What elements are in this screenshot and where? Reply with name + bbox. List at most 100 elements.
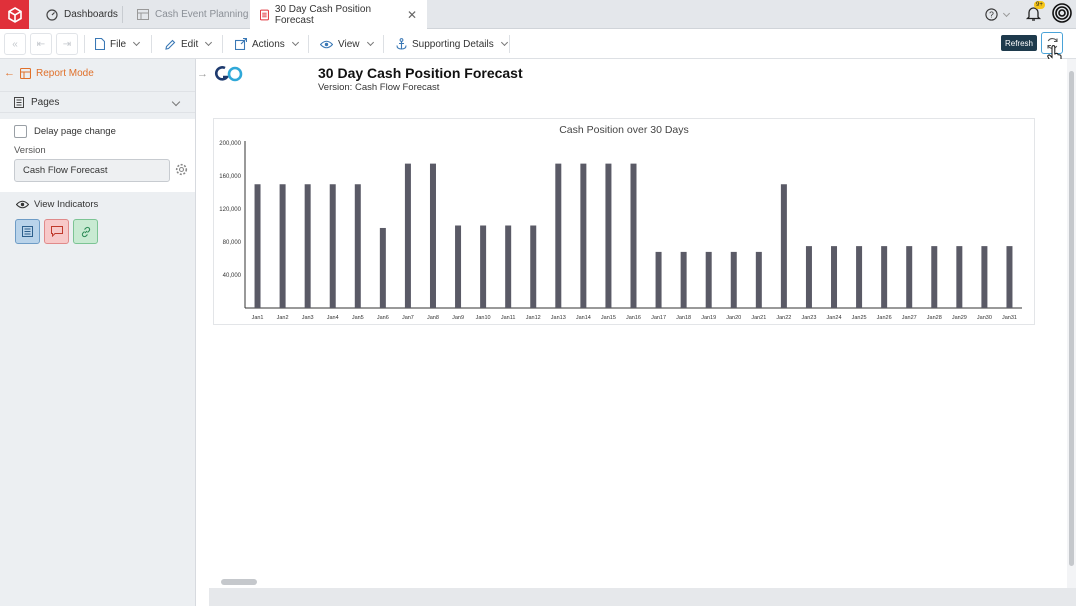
edit-menu[interactable]: Edit xyxy=(165,29,213,59)
status-bar xyxy=(209,588,1076,606)
help-icon: ? xyxy=(985,8,998,21)
x-tick-label: Jan8 xyxy=(427,315,439,321)
bar xyxy=(304,184,311,308)
chevron-down-icon xyxy=(133,38,141,47)
bar xyxy=(279,184,286,308)
pages-icon xyxy=(14,96,24,108)
tab-divider xyxy=(122,6,123,23)
view-indicators-header: View Indicators xyxy=(16,199,98,210)
actions-menu[interactable]: Actions xyxy=(235,29,299,59)
delay-page-change-label: Delay page change xyxy=(34,126,116,137)
bar xyxy=(981,246,988,308)
report-mode-link[interactable]: ← Report Mode xyxy=(4,67,94,79)
file-menu[interactable]: File xyxy=(95,29,141,59)
next-button[interactable]: ⇥ xyxy=(56,33,78,55)
x-tick-label: Jan20 xyxy=(726,315,741,321)
step-forward-icon: ⇥ xyxy=(62,38,72,50)
bar xyxy=(354,184,361,308)
x-tick-label: Jan2 xyxy=(277,315,289,321)
bar xyxy=(931,246,938,308)
x-tick-label: Jan19 xyxy=(701,315,716,321)
vertical-scroll-thumb[interactable] xyxy=(1069,71,1074,566)
notifications-button[interactable]: 9+ xyxy=(1025,0,1045,25)
bar xyxy=(1006,246,1013,308)
header-icons: ? 9+ xyxy=(985,0,1076,29)
external-link-icon xyxy=(235,38,247,50)
x-tick-label: Jan22 xyxy=(776,315,791,321)
tab-30-day-cash-position-forecast[interactable]: 30 Day Cash Position Forecast ✕ xyxy=(250,0,427,30)
tab-dashboards[interactable]: Dashboards xyxy=(36,0,128,29)
eye-icon xyxy=(16,200,29,209)
toolbar: « ⇤ ⇥ File Edit Actions View Supporting … xyxy=(0,29,1076,59)
bar xyxy=(831,246,838,308)
arrow-left-icon: ← xyxy=(4,67,15,79)
bar xyxy=(906,246,913,308)
tab-label: 30 Day Cash Position Forecast xyxy=(274,4,372,26)
gear-icon[interactable] xyxy=(175,163,188,176)
delay-page-change-checkbox[interactable] xyxy=(14,125,27,138)
toolbar-divider xyxy=(84,35,85,53)
toolbar-divider xyxy=(308,35,309,53)
bar xyxy=(630,163,637,308)
y-tick-label: 200,000 xyxy=(219,141,241,147)
bar xyxy=(254,184,261,308)
tab-cash-event-planning[interactable]: Cash Event Planning xyxy=(127,0,258,29)
chevron-down-icon xyxy=(366,38,374,47)
cash-position-chart: Cash Position over 30 Days 40,000 80,000 1… xyxy=(213,118,1035,325)
bar xyxy=(329,184,336,308)
version-field[interactable]: Cash Flow Forecast xyxy=(14,159,170,182)
x-tick-label: Jan23 xyxy=(801,315,816,321)
chart-plot: 40,000 80,000 120,000 160,000 200,000 Jan1 Jan… xyxy=(219,141,1022,321)
links-indicator-toggle[interactable] xyxy=(73,219,98,244)
x-tick-label: Jan13 xyxy=(551,315,566,321)
target-icon xyxy=(1052,3,1072,23)
horizontal-scroll-thumb[interactable] xyxy=(221,579,257,585)
anchor-icon xyxy=(396,38,407,50)
chevron-down-icon xyxy=(171,97,181,107)
bar xyxy=(805,246,812,308)
bar xyxy=(580,163,587,308)
view-menu[interactable]: View xyxy=(320,29,374,59)
notes-indicator-toggle[interactable] xyxy=(15,219,40,244)
chevron-down-icon xyxy=(291,38,299,47)
view-menu-label: View xyxy=(338,38,360,50)
step-back-icon: ⇤ xyxy=(36,38,46,50)
report-title: 30 Day Cash Position Forecast xyxy=(318,65,523,81)
x-tick-label: Jan18 xyxy=(676,315,691,321)
bar xyxy=(379,227,386,308)
x-tick-label: Jan21 xyxy=(751,315,766,321)
close-icon[interactable]: ✕ xyxy=(407,8,417,22)
pages-label: Pages xyxy=(31,96,60,108)
bar xyxy=(530,225,537,308)
first-page-button[interactable]: « xyxy=(4,33,26,55)
user-avatar[interactable] xyxy=(1052,3,1072,26)
comments-indicator-toggle[interactable] xyxy=(44,219,69,244)
x-tick-label: Jan12 xyxy=(526,315,541,321)
double-chevron-left-icon: « xyxy=(12,38,18,50)
toolbar-divider xyxy=(222,35,223,53)
x-tick-label: Jan6 xyxy=(377,315,389,321)
bar xyxy=(881,246,888,308)
x-tick-label: Jan14 xyxy=(576,315,591,321)
dashboard-icon xyxy=(46,8,58,21)
bar xyxy=(429,163,436,308)
arrow-right-icon[interactable]: → xyxy=(197,68,208,80)
notification-badge: 9+ xyxy=(1034,0,1045,9)
bar xyxy=(956,246,963,308)
help-menu[interactable]: ? xyxy=(985,8,1011,21)
list-icon xyxy=(22,226,33,237)
comment-icon xyxy=(50,226,63,237)
supporting-details-menu[interactable]: Supporting Details xyxy=(396,29,508,59)
bar xyxy=(505,225,512,308)
previous-button[interactable]: ⇤ xyxy=(30,33,52,55)
brand-logo xyxy=(214,66,243,82)
x-tick-label: Jan7 xyxy=(402,315,414,321)
delay-page-change-option[interactable]: Delay page change xyxy=(14,125,116,138)
bar xyxy=(455,225,462,308)
app-logo[interactable] xyxy=(0,0,29,29)
tab-label: Dashboards xyxy=(64,9,118,20)
view-indicators-label: View Indicators xyxy=(34,199,99,210)
pages-section-header[interactable]: Pages xyxy=(0,91,195,113)
x-tick-label: Jan27 xyxy=(902,315,917,321)
chevron-down-icon xyxy=(205,38,213,47)
